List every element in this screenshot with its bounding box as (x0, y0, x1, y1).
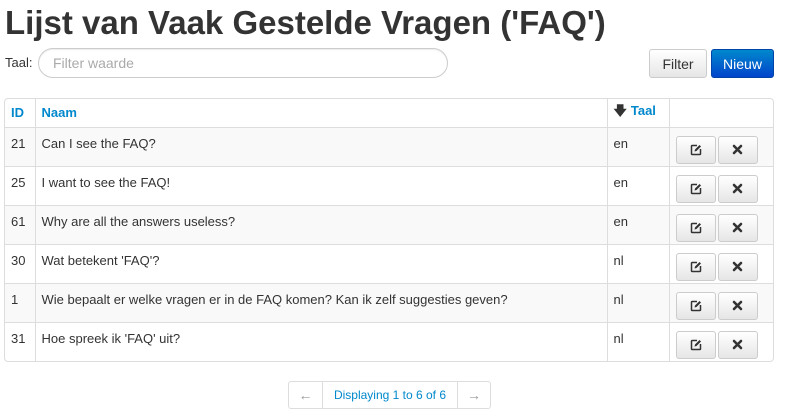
filter-button[interactable]: Filter (649, 49, 707, 78)
row-actions (668, 282, 773, 322)
edit-icon (690, 183, 702, 195)
edit-icon (690, 144, 702, 156)
row-name: Wat betekent 'FAQ'? (34, 243, 607, 283)
delete-icon (732, 183, 743, 194)
edit-button[interactable] (675, 174, 716, 203)
column-header-lang-label: Taal (630, 102, 656, 118)
arrow-down-icon: 🡇 (613, 102, 627, 118)
row-name: Wie bepaalt er welke vragen er in de FAQ… (34, 282, 607, 322)
column-header-id[interactable]: ID (5, 99, 35, 127)
row-name: Can I see the FAQ? (34, 126, 607, 166)
row-actions (668, 243, 773, 283)
row-id: 21 (5, 126, 35, 166)
row-name: Why are all the answers useless? (34, 204, 607, 244)
pagination-info[interactable]: Displaying 1 to 6 of 6 (322, 382, 457, 408)
edit-button[interactable] (675, 291, 716, 320)
delete-button[interactable] (717, 330, 758, 359)
next-page-button[interactable]: → (457, 382, 490, 408)
table-row: 61 Why are all the answers useless? en (5, 204, 773, 244)
row-actions (668, 165, 773, 205)
delete-icon (732, 222, 743, 233)
table-row: 30 Wat betekent 'FAQ'? nl (5, 243, 773, 283)
row-name: Hoe spreek ik 'FAQ' uit? (34, 321, 607, 361)
delete-button[interactable] (717, 174, 758, 203)
table-row: 21 Can I see the FAQ? en (5, 126, 773, 166)
edit-icon (690, 300, 702, 312)
delete-button[interactable] (717, 291, 758, 320)
delete-icon (732, 339, 743, 350)
new-button[interactable]: Nieuw (711, 49, 774, 78)
row-actions (668, 321, 773, 361)
edit-icon (690, 261, 702, 273)
table-body: 21 Can I see the FAQ? en 25 I want to see th… (5, 126, 773, 361)
edit-button[interactable] (675, 213, 716, 242)
row-lang: en (606, 204, 669, 244)
pagination: ← Displaying 1 to 6 of 6 → (288, 381, 491, 409)
row-id: 30 (5, 243, 35, 283)
edit-button[interactable] (675, 252, 716, 281)
table-row: 1 Wie bepaalt er welke vragen er in de FA… (5, 282, 773, 322)
delete-button[interactable] (717, 135, 758, 164)
edit-icon (690, 222, 702, 234)
faq-table: ID Naam 🡇 Taal 21 Can I see the FAQ? en 25 I … (4, 98, 774, 362)
row-name: I want to see the FAQ! (34, 165, 607, 205)
filter-input[interactable] (38, 48, 448, 78)
table-row: 31 Hoe spreek ik 'FAQ' uit? nl (5, 321, 773, 361)
row-lang: nl (606, 243, 669, 283)
row-actions (668, 204, 773, 244)
delete-icon (732, 261, 743, 272)
row-lang: en (606, 126, 669, 166)
delete-icon (732, 144, 743, 155)
edit-button[interactable] (675, 330, 716, 359)
row-id: 25 (5, 165, 35, 205)
table-header-row: ID Naam 🡇 Taal (5, 99, 773, 127)
page-title: Lijst van Vaak Gestelde Vragen ('FAQ') (5, 4, 606, 41)
table-row: 25 I want to see the FAQ! en (5, 165, 773, 205)
filter-label: Taal: (5, 55, 33, 70)
delete-icon (732, 300, 743, 311)
row-id: 31 (5, 321, 35, 361)
column-header-actions (668, 99, 773, 127)
row-lang: nl (606, 282, 669, 322)
row-lang: nl (606, 321, 669, 361)
delete-button[interactable] (717, 213, 758, 242)
row-actions (668, 126, 773, 166)
column-header-lang[interactable]: 🡇 Taal (606, 99, 669, 127)
row-id: 61 (5, 204, 35, 244)
prev-page-button[interactable]: ← (289, 382, 322, 408)
row-id: 1 (5, 282, 35, 322)
row-lang: en (606, 165, 669, 205)
edit-icon (690, 339, 702, 351)
edit-button[interactable] (675, 135, 716, 164)
delete-button[interactable] (717, 252, 758, 281)
filter-toolbar: Taal: Filter Nieuw (0, 48, 791, 80)
column-header-name[interactable]: Naam (34, 99, 607, 127)
